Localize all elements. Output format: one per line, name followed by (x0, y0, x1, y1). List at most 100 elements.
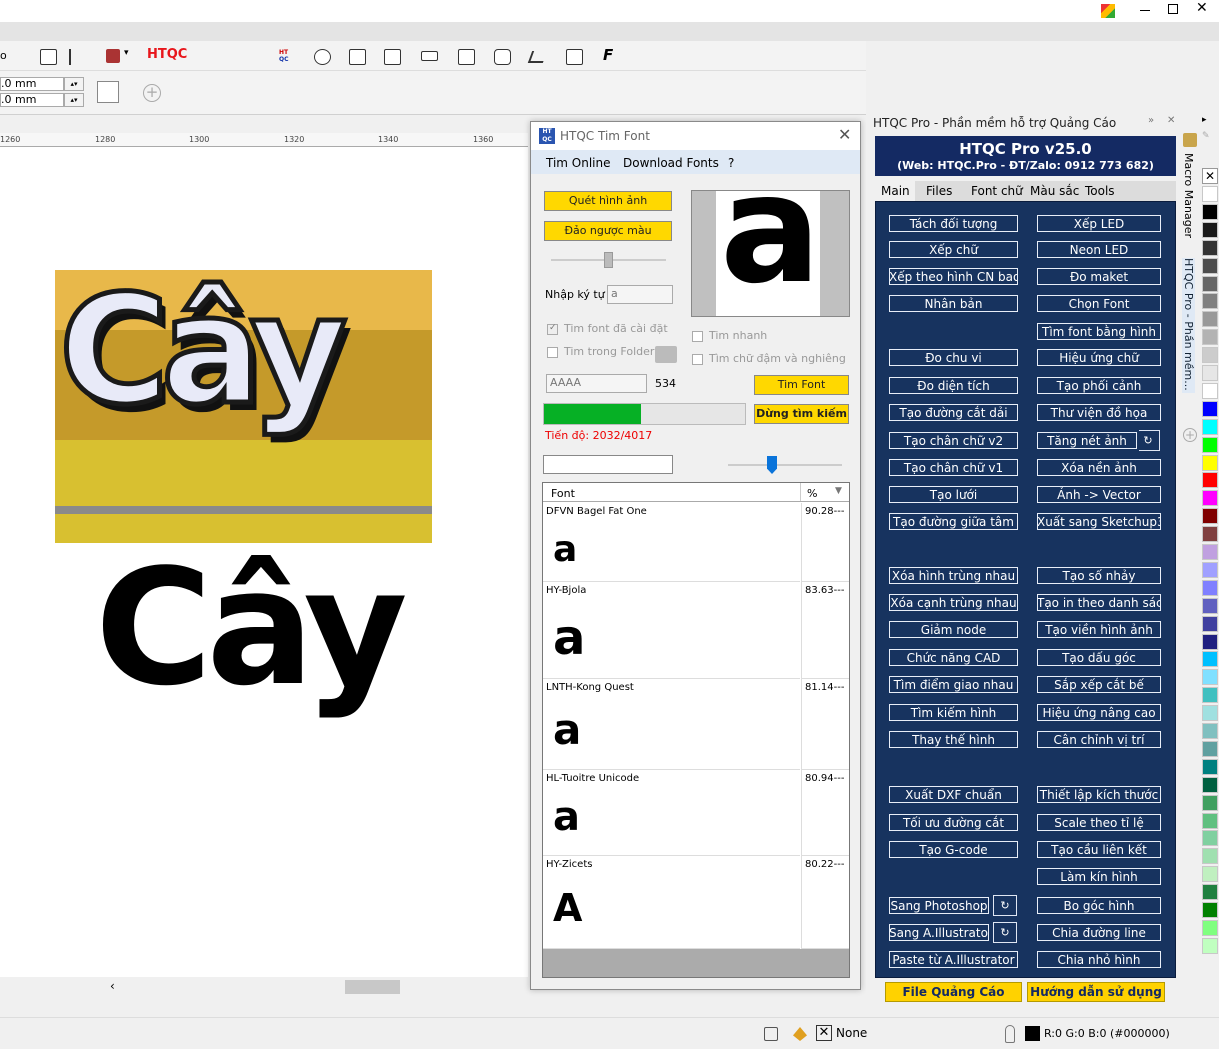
minimize-icon[interactable] (1140, 10, 1150, 11)
color-swatch[interactable] (1202, 687, 1218, 704)
color-swatch[interactable] (1202, 812, 1218, 829)
tool-button[interactable]: Xóa nền ảnh (1035, 457, 1163, 478)
tool-button[interactable]: Sắp xếp cắt bế (1035, 674, 1163, 695)
tool-button[interactable]: Hiệu ứng nâng cao (1035, 702, 1163, 723)
chevron-down-icon[interactable]: ▼ (835, 486, 842, 496)
find-font-button[interactable]: Tim Font (754, 375, 849, 395)
tool-button[interactable]: Sang Photoshop (887, 895, 991, 916)
restore-icon[interactable] (1168, 4, 1178, 14)
close-icon[interactable]: ✕ (838, 125, 851, 144)
tab-tools[interactable]: Tools (1085, 184, 1115, 198)
color-swatch[interactable] (1202, 633, 1218, 650)
vector-text[interactable]: Cây (95, 548, 408, 708)
tab-files[interactable]: Files (926, 184, 952, 198)
tool-button[interactable]: Giảm node (887, 619, 1020, 640)
no-color-swatch[interactable]: ✕ (1202, 168, 1218, 184)
scroll-thumb[interactable] (345, 980, 400, 994)
tool-icon-3[interactable] (384, 49, 401, 65)
color-swatch[interactable] (1202, 472, 1218, 489)
menu-tim-online[interactable]: Tim Online (546, 156, 611, 170)
invert-color-button[interactable]: Đảo ngược màu (544, 221, 672, 241)
htqc-small-icon[interactable]: HT QC (279, 49, 291, 65)
tool-button[interactable]: Tách đối tượng (887, 213, 1020, 234)
color-swatch[interactable] (1202, 615, 1218, 632)
tool-button[interactable]: Đo maket (1035, 266, 1163, 287)
color-swatch[interactable] (1202, 365, 1218, 381)
color-swatch[interactable] (1202, 400, 1218, 417)
illustrator-options-icon[interactable]: ↻ (993, 922, 1017, 943)
col-pct-header[interactable]: % (807, 487, 817, 500)
curve-icon[interactable] (527, 51, 548, 63)
tool-button[interactable]: Xếp theo hình CN bao (887, 266, 1020, 287)
horizontal-scrollbar[interactable]: ‹ (0, 977, 528, 997)
color-swatch[interactable] (1202, 418, 1218, 435)
color-swatch[interactable] (1202, 651, 1218, 668)
expand-icon[interactable]: » (1148, 115, 1154, 126)
tool-button[interactable]: Tìm font bằng hình (1035, 321, 1163, 342)
fast-search-checkbox[interactable] (692, 331, 703, 342)
tool-button[interactable]: Cân chỉnh vị trí (1035, 729, 1163, 750)
tool-button[interactable]: Nhân bản (887, 293, 1020, 314)
color-swatch[interactable] (1202, 454, 1218, 471)
color-swatch[interactable] (1202, 866, 1218, 883)
color-swatch[interactable] (1202, 579, 1218, 596)
color-swatch[interactable] (1202, 239, 1218, 256)
tool-button[interactable]: Tạo chân chữ v2 (887, 430, 1020, 451)
htqc-side-tab[interactable]: HTQC Pro - Phần mềm... (1182, 258, 1195, 393)
color-swatch[interactable] (1202, 311, 1218, 328)
col-font-header[interactable]: Font (551, 487, 575, 500)
stop-search-button[interactable]: Dừng tìm kiếm (754, 404, 849, 424)
tool-button[interactable]: Ảnh -> Vector (1035, 484, 1163, 505)
tool-button[interactable]: Tạo lưới (887, 484, 1020, 505)
photoshop-options-icon[interactable]: ↻ (993, 895, 1017, 916)
color-swatch[interactable] (1202, 508, 1218, 525)
tool-button[interactable]: Xếp chữ (887, 239, 1020, 260)
folder-icon[interactable] (655, 346, 677, 363)
add-icon[interactable]: + (143, 84, 161, 102)
close-icon[interactable]: ✕ (1167, 115, 1175, 126)
tool-button[interactable]: Tạo cầu liên kết (1035, 839, 1163, 860)
tool-button[interactable]: Xếp LED (1035, 213, 1163, 234)
tool-button[interactable]: Bo góc hình (1035, 895, 1163, 916)
size-slider-track[interactable] (728, 464, 842, 466)
result-row[interactable]: HY-Zicets A (543, 856, 800, 949)
htqc-brand[interactable]: HTQC (147, 47, 187, 62)
tool-button[interactable]: Tìm điểm giao nhau (887, 674, 1020, 695)
palette-up-icon[interactable]: ▸ (1202, 115, 1216, 127)
tool-button[interactable]: Tối ưu đường cắt (887, 812, 1020, 833)
tool-button[interactable]: Chia nhỏ hình (1035, 949, 1163, 970)
color-swatch[interactable] (1202, 347, 1218, 364)
tool-button[interactable]: Xóa cạnh trùng nhau (887, 592, 1020, 613)
print-icon[interactable] (106, 49, 120, 63)
chevron-down-icon[interactable]: ▾ (124, 48, 129, 58)
color-swatch[interactable] (1202, 257, 1218, 274)
tool-button[interactable]: Xuất sang Sketchup3D (1035, 511, 1163, 532)
color-swatch[interactable] (1202, 669, 1218, 686)
eyedropper-icon[interactable]: ✎ (1202, 131, 1216, 143)
tool-button[interactable]: Tạo dấu góc (1035, 647, 1163, 668)
scan-image-button[interactable]: Quét hình ảnh (544, 191, 672, 211)
color-swatch[interactable] (1202, 776, 1218, 793)
tool-button[interactable]: Tạo đường cắt dải (887, 402, 1020, 423)
tool-button[interactable]: Tìm kiếm hình (887, 702, 1020, 723)
result-row[interactable]: HL-Tuoitre Unicode a (543, 770, 800, 856)
tool-button[interactable]: Tạo G-code (887, 839, 1020, 860)
char-input[interactable]: a (607, 285, 673, 304)
tool-button[interactable]: Scale theo tỉ lệ (1035, 812, 1163, 833)
tool-button[interactable]: Hiệu ứng chữ (1035, 347, 1163, 368)
sign-photo[interactable]: Cây (55, 270, 432, 543)
color-swatch[interactable] (1202, 382, 1218, 399)
tool-icon-1[interactable] (314, 49, 331, 65)
tool-button[interactable]: Tăng nét ảnh (1035, 430, 1139, 451)
macro-icon[interactable] (1183, 133, 1197, 147)
tool-button[interactable]: Tạo phối cảnh (1035, 375, 1163, 396)
color-swatch[interactable] (1202, 902, 1218, 918)
user-guide-button[interactable]: Hướng dẫn sử dụng (1027, 982, 1165, 1002)
tool-button[interactable]: Đo diện tích (887, 375, 1020, 396)
color-swatch[interactable] (1202, 919, 1218, 936)
tool-button[interactable]: Xóa hình trùng nhau (887, 565, 1020, 586)
tool-button[interactable]: Thư viện đồ họa (1035, 402, 1163, 423)
tool-icon-5[interactable] (458, 49, 475, 65)
file-quang-cao-button[interactable]: File Quảng Cáo (885, 982, 1022, 1002)
color-swatch[interactable] (1202, 830, 1218, 847)
